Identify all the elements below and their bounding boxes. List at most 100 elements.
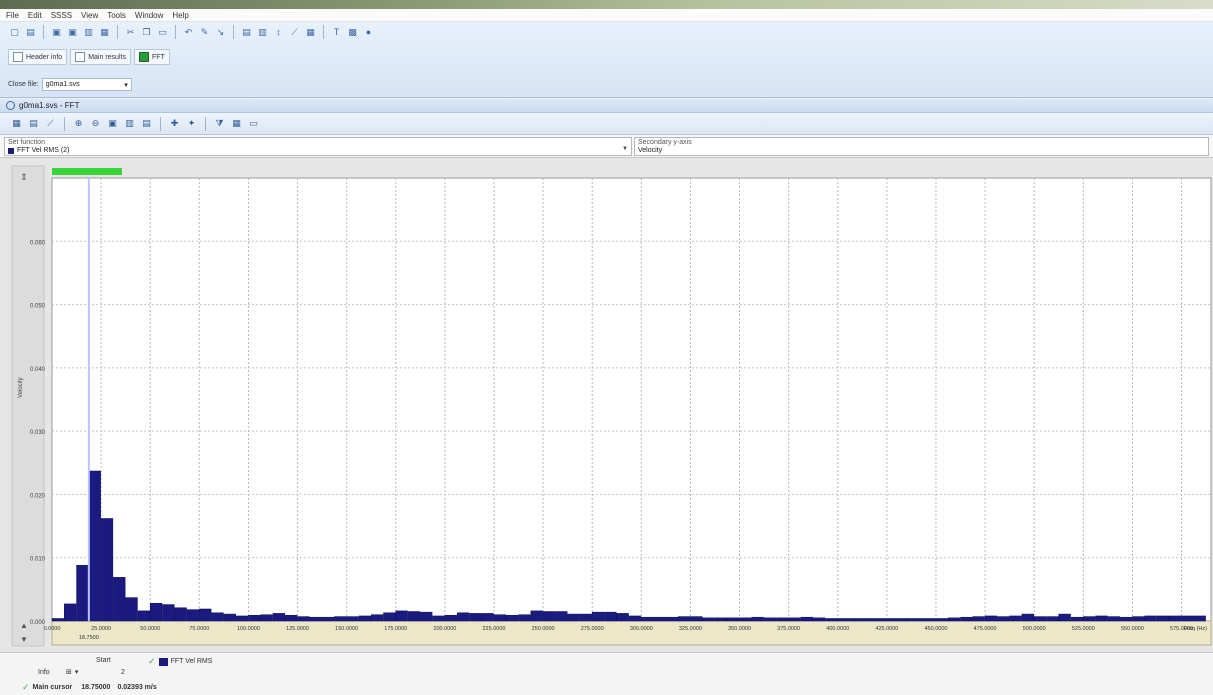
- fft-bar[interactable]: [542, 611, 556, 622]
- fft-bar[interactable]: [493, 614, 507, 622]
- table-icon[interactable]: ▤: [27, 117, 40, 130]
- fft-bar[interactable]: [727, 617, 740, 622]
- list-icon[interactable]: ▤: [240, 26, 253, 39]
- fft-bar[interactable]: [812, 617, 826, 622]
- filter-icon[interactable]: ⧩: [213, 117, 226, 130]
- fft-bar[interactable]: [898, 618, 912, 622]
- fft-bar[interactable]: [972, 616, 985, 622]
- fft-bar[interactable]: [174, 607, 187, 622]
- secondary-axis-select[interactable]: Secondary y-axis Velocity: [634, 137, 1209, 156]
- info-toggle[interactable]: ⊞ ▾: [66, 668, 78, 676]
- fft-bar[interactable]: [235, 615, 249, 622]
- paste-icon[interactable]: ▭: [156, 26, 169, 39]
- fft-button[interactable]: FFT: [133, 49, 170, 65]
- fft-bar[interactable]: [739, 617, 752, 622]
- fft-bar[interactable]: [370, 614, 384, 622]
- file-select[interactable]: g0ma1.svs ▾: [41, 78, 132, 91]
- fft-bar[interactable]: [1009, 615, 1022, 622]
- fft-bar[interactable]: [1132, 616, 1145, 622]
- fft-bar[interactable]: [862, 618, 875, 622]
- fft-bar[interactable]: [1083, 616, 1096, 622]
- fft-bar[interactable]: [309, 616, 322, 622]
- cursor-icon[interactable]: ✚: [168, 117, 181, 130]
- fft-bar[interactable]: [1144, 615, 1157, 622]
- fft-bar[interactable]: [604, 611, 617, 622]
- fft-bar[interactable]: [776, 617, 789, 622]
- fft-bar[interactable]: [1033, 616, 1047, 622]
- main-results-button[interactable]: Main results: [70, 49, 131, 65]
- print-preview-icon[interactable]: ▦: [98, 26, 111, 39]
- fft-bar[interactable]: [1156, 615, 1170, 622]
- series-legend[interactable]: ✓ FFT Vel RMS: [148, 656, 212, 667]
- fft-bar[interactable]: [886, 618, 899, 622]
- fft-bar[interactable]: [641, 616, 654, 622]
- fft-bar[interactable]: [911, 618, 924, 622]
- fft-bar[interactable]: [1169, 615, 1182, 622]
- fft-bar[interactable]: [432, 615, 445, 622]
- fft-bar[interactable]: [837, 618, 850, 622]
- fft-bar[interactable]: [714, 617, 728, 622]
- window-icon[interactable]: ▦: [304, 26, 317, 39]
- fft-bar[interactable]: [100, 518, 114, 622]
- plot-area[interactable]: [51, 177, 1212, 622]
- fft-bar[interactable]: [1046, 616, 1059, 622]
- fft-bar[interactable]: [591, 611, 605, 622]
- export-icon[interactable]: ▩: [346, 26, 359, 39]
- fft-bar[interactable]: [334, 616, 347, 622]
- fft-bar[interactable]: [984, 615, 998, 622]
- axis-toggle-icon[interactable]: ⇕: [20, 172, 28, 182]
- scroll-arrow-icon[interactable]: ▼: [20, 635, 28, 644]
- zoom-in-icon[interactable]: ⊕: [72, 117, 85, 130]
- fft-bar[interactable]: [849, 618, 863, 622]
- chart-icon[interactable]: ▥: [256, 26, 269, 39]
- fft-bar[interactable]: [665, 616, 678, 622]
- fft-bar[interactable]: [51, 618, 65, 622]
- document-tab[interactable]: g0ma1.svs - FFT: [0, 99, 1213, 113]
- print-icon[interactable]: ▥: [82, 26, 95, 39]
- pencil-icon[interactable]: ✎: [198, 26, 211, 39]
- fft-bar[interactable]: [260, 614, 273, 622]
- fft-bar[interactable]: [518, 614, 531, 622]
- fft-bar[interactable]: [997, 616, 1010, 622]
- fft-bar[interactable]: [444, 615, 457, 622]
- fft-bar[interactable]: [113, 577, 126, 622]
- fft-bar[interactable]: [923, 618, 936, 622]
- fft-bar[interactable]: [555, 611, 568, 622]
- fft-bar[interactable]: [653, 616, 666, 622]
- text-icon[interactable]: T: [330, 26, 343, 39]
- header-info-button[interactable]: Header info: [8, 49, 68, 65]
- menu-edit[interactable]: Edit: [28, 11, 42, 20]
- save-all-icon[interactable]: ▣: [66, 26, 79, 39]
- fft-bar[interactable]: [321, 616, 335, 622]
- fft-bar[interactable]: [948, 617, 961, 622]
- set-function-select[interactable]: Set function FFT Vel RMS (2) ▼: [4, 137, 632, 156]
- fft-bar[interactable]: [628, 615, 642, 622]
- fft-bar[interactable]: [137, 610, 150, 622]
- cut-icon[interactable]: ✂: [124, 26, 137, 39]
- grid-icon[interactable]: ▦: [10, 117, 23, 130]
- fft-bar[interactable]: [420, 611, 433, 622]
- new-file-icon[interactable]: ▢: [8, 26, 21, 39]
- fft-bar[interactable]: [125, 597, 138, 622]
- fft-bar[interactable]: [763, 617, 777, 622]
- fft-bar[interactable]: [199, 608, 212, 622]
- fft-bar[interactable]: [64, 603, 77, 622]
- menu-tools[interactable]: Tools: [107, 11, 126, 20]
- fft-bar[interactable]: [248, 615, 261, 622]
- fft-bar[interactable]: [346, 616, 359, 622]
- zoom-y-icon[interactable]: ▤: [140, 117, 153, 130]
- fft-bar[interactable]: [456, 612, 470, 622]
- fft-bar[interactable]: [1181, 615, 1194, 622]
- zoom-x-icon[interactable]: ▥: [123, 117, 136, 130]
- menu-ssss[interactable]: SSSS: [51, 11, 72, 20]
- fft-bar[interactable]: [297, 616, 310, 622]
- line-icon[interactable]: ⟋: [288, 26, 301, 39]
- fft-bar[interactable]: [1058, 613, 1071, 622]
- menu-help[interactable]: Help: [172, 11, 188, 20]
- menu-file[interactable]: File: [6, 11, 19, 20]
- scroll-arrow-icon[interactable]: ▲: [20, 621, 28, 630]
- help-icon[interactable]: ●: [362, 26, 375, 39]
- window-split-icon[interactable]: ▭: [247, 117, 260, 130]
- fft-bar[interactable]: [149, 603, 163, 622]
- fft-bar[interactable]: [88, 470, 101, 622]
